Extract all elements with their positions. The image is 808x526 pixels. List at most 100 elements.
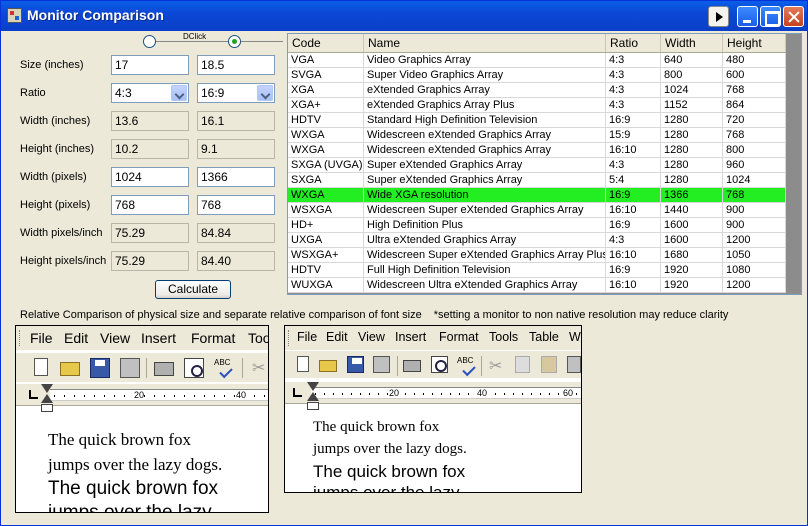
value-field-right: 16.1 [197, 111, 275, 131]
ratio-select-right[interactable]: 16:9 [197, 83, 275, 103]
table-cell: HDTV [288, 263, 364, 277]
value-field-left[interactable]: 17 [111, 55, 189, 75]
ruler-tick [495, 393, 496, 395]
paste-icon [541, 356, 557, 373]
menu-item: Table [529, 330, 559, 344]
value-field-right[interactable]: 1366 [197, 167, 275, 187]
table-cell: WSXGA [288, 203, 364, 217]
table-cell: 1280 [661, 158, 723, 172]
table-cell: XGA [288, 83, 364, 97]
column-header[interactable]: Height [723, 34, 786, 52]
table-row[interactable]: WXGA Widescreen eXtended Graphics Array 16… [288, 143, 786, 158]
table-body: Code Name Ratio Width Height VGA Video Graphi… [288, 34, 786, 293]
preview-text-line: The quick brown fox [313, 419, 440, 435]
menu-item: Insert [395, 330, 427, 344]
minimize-button[interactable] [737, 6, 758, 27]
table-cell: 16:9 [606, 218, 661, 232]
ruler-number: 40 [477, 388, 488, 398]
ruler-tick [124, 395, 125, 397]
table-row[interactable]: UXGA Ultra eXtended Graphics Array 4:3 1600… [288, 233, 786, 248]
ruler-tick [84, 395, 85, 397]
value-field-right: 84.40 [197, 251, 275, 271]
table-row[interactable]: WXGA Wide XGA resolution 16:9 1366 768 [288, 188, 786, 203]
table-row[interactable]: XGA eXtended Graphics Array 4:3 1024 768 [288, 83, 786, 98]
ruler-tick [254, 395, 255, 397]
preview-left-toolbar: ABC ✂ [16, 352, 268, 382]
table-cell: HDTV [288, 113, 364, 127]
table-row[interactable]: XGA+ eXtended Graphics Array Plus 4:3 1152 8… [288, 98, 786, 113]
table-row[interactable]: VGA Video Graphics Array 4:3 640 480 [288, 53, 786, 68]
value-field-left[interactable]: 1024 [111, 167, 189, 187]
table-cell: 16:10 [606, 203, 661, 217]
column-header[interactable]: Width [661, 34, 723, 52]
field-label: Height pixels/inch [20, 255, 107, 267]
value-field-left[interactable]: 768 [111, 195, 189, 215]
table-row[interactable]: WSXGA Widescreen Super eXtended Graphics … [288, 203, 786, 218]
table-cell: 1600 [661, 218, 723, 232]
ruler-tick [184, 395, 185, 397]
table-cell: Widescreen eXtended Graphics Array [364, 143, 606, 157]
ruler-band: 20 40 [50, 389, 268, 401]
table-header: Code Name Ratio Width Height [288, 34, 786, 53]
ratio-select-left[interactable]: 4:3 [111, 83, 189, 103]
table-row[interactable]: HD+ High Definition Plus 16:9 1600 900 [288, 218, 786, 233]
ruler-tick [360, 393, 361, 395]
calculate-button[interactable]: Calculate [155, 280, 231, 299]
close-button[interactable] [783, 6, 804, 27]
table-cell: Widescreen Super eXtended Graphics Array… [364, 248, 606, 262]
value-field-right[interactable]: 18.5 [197, 55, 275, 75]
ruler-tick [264, 395, 265, 397]
field-label: Ratio [20, 87, 46, 99]
column-header[interactable]: Code [288, 34, 364, 52]
table-cell: Widescreen Ultra eXtended Graphics Array [364, 278, 606, 292]
preview-text-line: The quick brown fox [313, 462, 466, 481]
field-label: Width (inches) [20, 115, 91, 127]
radio-left[interactable] [143, 35, 156, 48]
preview-right: File Edit View Insert Format Tools Table Wi ABC… [284, 325, 582, 493]
field-label: Width pixels/inch [20, 227, 103, 239]
value-field-right[interactable]: 768 [197, 195, 275, 215]
table-row[interactable]: SXGA (UVGA) Super eXtended Graphics Array… [288, 158, 786, 173]
ruler-tick [414, 393, 415, 395]
indent-marker-icon [307, 382, 319, 414]
radio-right[interactable] [228, 35, 241, 48]
ruler-tick [94, 395, 95, 397]
table-row[interactable]: HDTV Full High Definition Television 16:9 1… [288, 263, 786, 278]
column-header[interactable]: Name [364, 34, 606, 52]
print-preview-icon [184, 358, 204, 378]
ruler-band: 20 40 60 [311, 387, 581, 399]
chevron-down-icon[interactable] [257, 85, 273, 101]
table-row[interactable]: SVGA Super Video Graphics Array 4:3 800 600 [288, 68, 786, 83]
table-cell: 768 [723, 188, 786, 202]
toolbar-separator [242, 358, 243, 378]
table-row[interactable]: HDTV Standard High Definition Television 1… [288, 113, 786, 128]
table-cell: 768 [723, 128, 786, 142]
table-cell: 1200 [723, 278, 786, 292]
ruler-tick [576, 393, 577, 395]
table-icon [567, 356, 581, 373]
value-field-left: 75.29 [111, 251, 189, 271]
table-cell: 1920 [661, 278, 723, 292]
table-cell: Video Graphics Array [364, 53, 606, 67]
table-cell: WXGA [288, 128, 364, 142]
table-cell: 1680 [661, 248, 723, 262]
spelling-icon: ABC [214, 358, 234, 378]
window-title: Monitor Comparison [27, 7, 164, 23]
app-icon[interactable] [7, 8, 22, 23]
menu-item: View [358, 330, 385, 344]
table-row[interactable]: WUXGA Widescreen Ultra eXtended Graphics … [288, 278, 786, 293]
ruler-tick [74, 395, 75, 397]
permission-icon [120, 358, 140, 378]
play-icon[interactable] [708, 6, 729, 27]
preview-left-menubar: File Edit View Insert Format Too [16, 326, 268, 350]
title-bar[interactable]: Monitor Comparison [1, 1, 807, 31]
table-row[interactable]: WSXGA+ Widescreen Super eXtended Graphics… [288, 248, 786, 263]
table-row[interactable]: WXGA Widescreen eXtended Graphics Array 15… [288, 128, 786, 143]
table-row[interactable]: SXGA Super eXtended Graphics Array 5:4 1280… [288, 173, 786, 188]
maximize-button[interactable] [760, 6, 781, 27]
column-header[interactable]: Ratio [606, 34, 661, 52]
toolbar-separator [481, 356, 482, 376]
chevron-down-icon[interactable] [171, 85, 187, 101]
ruler-tick [342, 393, 343, 395]
resolution-table[interactable]: Code Name Ratio Width Height VGA Video Graphi… [287, 33, 802, 295]
